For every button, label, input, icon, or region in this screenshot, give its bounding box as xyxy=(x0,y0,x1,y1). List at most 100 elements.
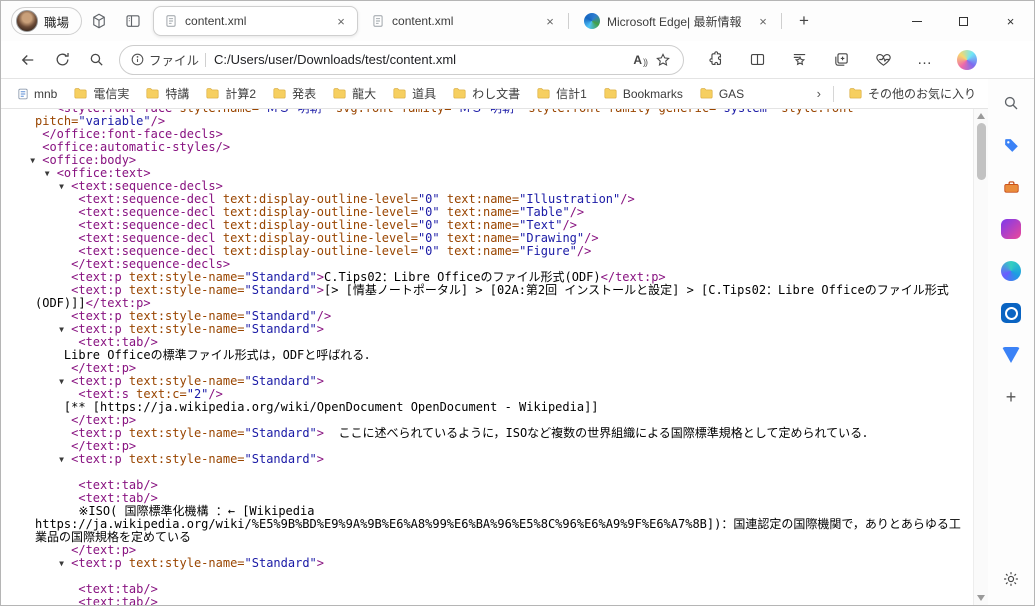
add-favorite-star-icon[interactable] xyxy=(651,48,675,72)
bookmark-label: 電信実 xyxy=(93,87,130,101)
url-scheme-label: ファイル xyxy=(149,54,200,68)
tab-close-icon[interactable]: × xyxy=(333,13,349,29)
sidebar-outlook-button[interactable] xyxy=(995,297,1027,329)
maximize-button[interactable] xyxy=(940,1,987,41)
bookmark-item[interactable]: わし文書 xyxy=(444,82,528,105)
collapse-arrow-icon[interactable]: ▼ xyxy=(59,455,64,464)
sidebar-settings-button[interactable] xyxy=(995,563,1027,595)
tab-close-icon[interactable]: × xyxy=(542,13,558,29)
bookmark-item[interactable]: GAS xyxy=(691,84,752,104)
xml-line: <text:tab/> xyxy=(78,478,158,492)
split-screen-icon[interactable] xyxy=(740,45,774,75)
scroll-down-icon[interactable] xyxy=(977,595,985,601)
xml-line: <text:tab/> xyxy=(78,582,158,596)
scrollbar-thumb[interactable] xyxy=(977,123,986,180)
bookmark-item[interactable]: mnb xyxy=(9,84,65,104)
scroll-up-icon[interactable] xyxy=(977,113,985,119)
collapse-arrow-icon[interactable]: ▼ xyxy=(45,169,50,178)
address-bar[interactable]: ファイル C:/Users/user/Downloads/test/conten… xyxy=(119,44,684,75)
folder-icon xyxy=(73,87,88,100)
xml-line: ▼ <text:p text:style-name="Standard"> xyxy=(59,452,324,466)
page-content: <style:font-face style:name="ＭＳ 明朝" svg:… xyxy=(1,109,973,605)
folder-icon xyxy=(392,87,407,100)
bookmark-item[interactable]: 龍大 xyxy=(324,82,384,105)
tab-label: content.xml xyxy=(392,14,454,28)
more-menu-icon[interactable]: … xyxy=(908,45,942,75)
bookmark-item[interactable]: 道具 xyxy=(384,82,444,105)
xml-line xyxy=(35,570,967,583)
profile-label: 職場 xyxy=(44,15,70,30)
collapse-arrow-icon[interactable]: ▼ xyxy=(59,182,64,191)
search-icon xyxy=(1004,96,1018,110)
collapse-arrow-icon[interactable]: ▼ xyxy=(30,156,35,165)
edge-logo-icon xyxy=(584,13,601,29)
bookmark-label: mnb xyxy=(34,86,58,101)
favorites-icon[interactable] xyxy=(782,45,816,75)
navigation-toolbar: ファイル C:/Users/user/Downloads/test/conten… xyxy=(1,41,1034,79)
close-button[interactable]: × xyxy=(987,1,1034,41)
profile-button[interactable]: 職場 xyxy=(11,7,83,35)
info-icon[interactable] xyxy=(130,52,145,67)
extensions-icon[interactable] xyxy=(698,45,732,75)
folder-icon xyxy=(272,87,287,100)
sidebar-m365-copilot-button[interactable] xyxy=(995,255,1027,287)
bookmark-item[interactable]: 電信実 xyxy=(65,82,137,105)
sidebar-drop-button[interactable] xyxy=(995,339,1027,371)
vertical-scrollbar[interactable] xyxy=(973,109,988,605)
sidebar-tools-button[interactable] xyxy=(995,171,1027,203)
bookmark-item[interactable]: Bookmarks xyxy=(595,84,691,104)
collapse-arrow-icon[interactable]: ▼ xyxy=(59,377,64,386)
bookmark-label: 発表 xyxy=(292,87,317,101)
bookmark-item[interactable]: 信計1 xyxy=(528,82,595,105)
bookmark-label: わし文書 xyxy=(472,87,521,101)
sidebar-customize-button[interactable]: + xyxy=(995,381,1027,413)
folder-icon xyxy=(699,87,714,100)
title-bar: 職場 content.xml × content.xml × Microsoft… xyxy=(1,1,1034,41)
search-button[interactable] xyxy=(79,45,113,75)
toolbox-icon xyxy=(1003,180,1019,193)
bookmark-label: 龍大 xyxy=(352,87,377,101)
xml-view: <style:font-face style:name="ＭＳ 明朝" svg:… xyxy=(1,109,973,605)
tab-edge-news[interactable]: Microsoft Edge| 最新情報 × xyxy=(574,6,779,36)
refresh-button[interactable] xyxy=(45,45,79,75)
bookmarks-bar: mnb 電信実 特講 計算2 発表 龍大 道具 わし文書 信計1 Bookmarks GAS › そ… xyxy=(1,79,1034,109)
back-button[interactable] xyxy=(11,45,45,75)
url-text[interactable]: C:/Users/user/Downloads/test/content.xml xyxy=(214,52,629,67)
folder-icon xyxy=(332,87,347,100)
bookmark-item[interactable]: 特講 xyxy=(137,82,197,105)
tab-divider xyxy=(781,13,783,29)
xml-line: ▼ <text:p text:style-name="Standard"> xyxy=(59,556,324,570)
bookmarks-overflow-chevron-icon[interactable]: › xyxy=(811,86,827,101)
bookmark-item[interactable]: 発表 xyxy=(264,82,324,105)
minimize-button[interactable] xyxy=(893,1,940,41)
sidebar-search-button[interactable] xyxy=(995,87,1027,119)
collapse-arrow-icon[interactable]: ▼ xyxy=(59,559,64,568)
window-controls: × xyxy=(893,1,1034,41)
xml-line: <style:font-face style:name="ＭＳ 明朝" svg:… xyxy=(35,109,861,128)
folder-icon xyxy=(536,87,551,100)
collapse-arrow-icon[interactable]: ▼ xyxy=(59,325,64,334)
bookmark-page-icon xyxy=(17,87,29,101)
read-aloud-button[interactable]: A)) xyxy=(633,53,648,67)
folder-icon xyxy=(145,87,160,100)
tab-content-xml-1[interactable]: content.xml × xyxy=(153,6,359,36)
folder-icon xyxy=(205,87,220,100)
bookmark-item[interactable]: 計算2 xyxy=(197,82,264,105)
xml-line: Libre Officeの標準ファイル形式は，ODFと呼ばれる． xyxy=(63,348,377,362)
sidebar-shopping-button[interactable] xyxy=(995,129,1027,161)
m365-copilot-icon xyxy=(1001,261,1021,281)
copilot-icon[interactable] xyxy=(950,45,984,75)
tab-close-icon[interactable]: × xyxy=(755,13,771,29)
tab-content-xml-2[interactable]: content.xml × xyxy=(361,6,566,36)
other-favorites-button[interactable]: その他のお気に入り xyxy=(840,82,984,105)
tab-actions-icon[interactable] xyxy=(116,6,150,36)
workspaces-icon[interactable] xyxy=(82,6,116,36)
new-tab-button[interactable]: + xyxy=(790,7,818,35)
xml-line: <text:p text:style-name="Standard">[> [情… xyxy=(35,283,949,310)
browser-essentials-icon[interactable] xyxy=(866,45,900,75)
document-icon xyxy=(373,15,383,27)
tab-divider xyxy=(568,13,570,29)
collections-icon[interactable] xyxy=(824,45,858,75)
xml-line: <text:p text:style-name="Standard"> ここに述… xyxy=(71,426,875,440)
sidebar-games-button[interactable] xyxy=(995,213,1027,245)
